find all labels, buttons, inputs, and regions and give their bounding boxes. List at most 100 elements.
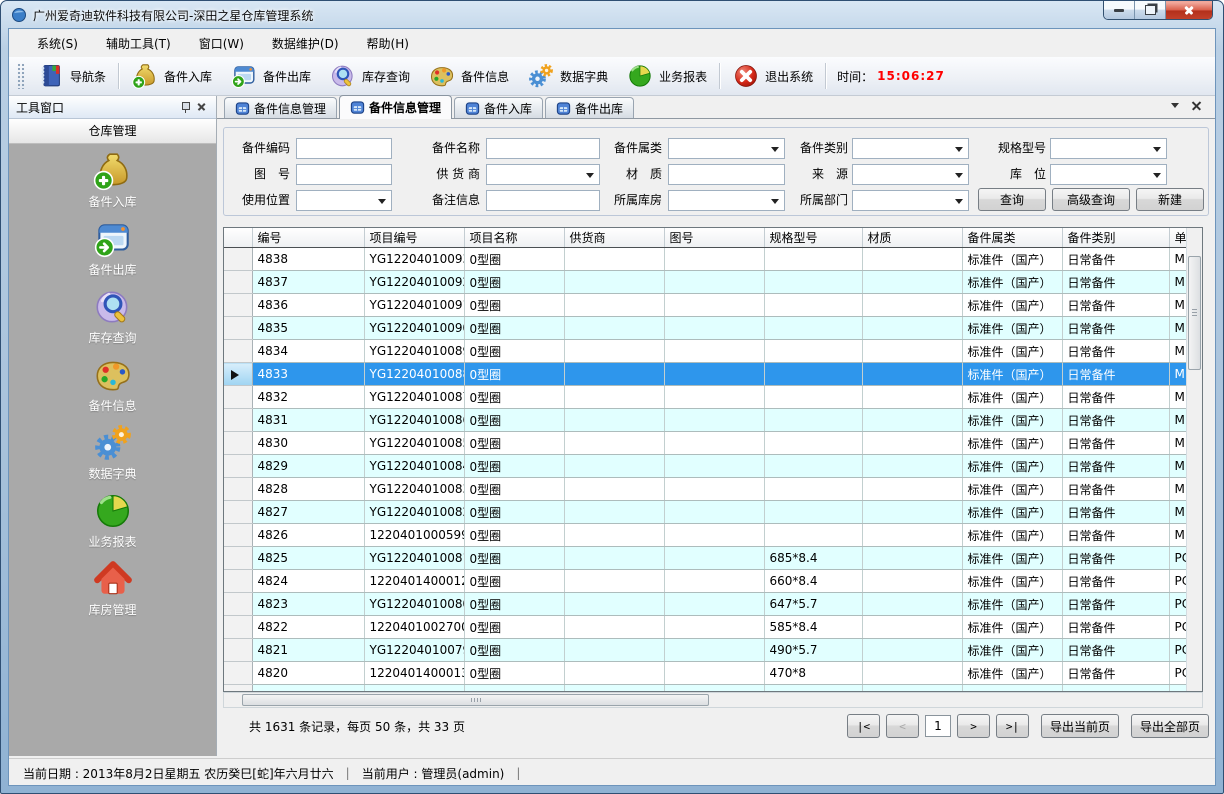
table-cell[interactable] (664, 409, 764, 432)
table-row[interactable]: 482412204014000120型圈660*8.4标准件（国产）日常备件PC (224, 570, 1188, 593)
table-cell[interactable] (862, 317, 962, 340)
table-cell[interactable]: 647*5.7 (764, 593, 862, 616)
menu-help[interactable]: 帮助(H) (353, 30, 423, 57)
table-cell[interactable]: 4829 (252, 455, 364, 478)
row-selector[interactable] (224, 432, 252, 455)
table-row[interactable]: 4838YG122040100930型圈标准件（国产）日常备件M (224, 248, 1188, 271)
table-cell[interactable] (564, 478, 664, 501)
table-cell[interactable]: YG12204010083 (364, 478, 464, 501)
table-cell[interactable] (764, 524, 862, 547)
scroll-up-icon[interactable] (1191, 234, 1199, 242)
table-row[interactable]: 4827YG122040100820型圈标准件（国产）日常备件M (224, 501, 1188, 524)
table-row[interactable]: 4834YG122040100890型圈标准件（国产）日常备件M (224, 340, 1188, 363)
sidebar-item-parts-out[interactable]: 备件出库 (9, 218, 216, 280)
table-cell[interactable] (464, 685, 564, 693)
horizontal-scrollbar[interactable] (223, 692, 1203, 708)
warehouse-select[interactable] (668, 190, 785, 211)
table-cell[interactable] (664, 432, 764, 455)
table-cell[interactable] (564, 386, 664, 409)
row-selector-current[interactable] (224, 363, 252, 386)
pin-icon[interactable] (177, 99, 193, 115)
table-cell[interactable] (664, 294, 764, 317)
table-cell[interactable] (664, 570, 764, 593)
toolbar-parts-info-button[interactable]: 备件信息 (419, 60, 518, 92)
vertical-scroll-thumb[interactable] (1188, 256, 1201, 370)
menu-system[interactable]: 系统(S) (23, 30, 92, 57)
table-cell[interactable] (862, 294, 962, 317)
spec-model-select[interactable] (1050, 138, 1167, 159)
table-cell[interactable] (564, 271, 664, 294)
col-header[interactable]: 编号 (252, 228, 364, 248)
table-row[interactable]: 4823YG122040100800型圈647*5.7标准件（国产）日常备件PC (224, 593, 1188, 616)
table-cell[interactable] (862, 248, 962, 271)
table-row[interactable]: 4831YG122040100860型圈标准件（国产）日常备件M (224, 409, 1188, 432)
col-header[interactable]: 规格型号 (764, 228, 862, 248)
table-cell[interactable]: 日常备件 (1062, 317, 1169, 340)
table-cell[interactable] (664, 478, 764, 501)
table-cell[interactable]: 0型圈 (464, 478, 564, 501)
export-all-pages-button[interactable]: 导出全部页 (1131, 714, 1209, 738)
col-header[interactable]: 图号 (664, 228, 764, 248)
row-selector[interactable] (224, 639, 252, 662)
table-cell[interactable]: 0型圈 (464, 662, 564, 685)
row-selector[interactable] (224, 455, 252, 478)
table-cell[interactable]: 4835 (252, 317, 364, 340)
table-cell[interactable] (1062, 685, 1169, 693)
table-cell[interactable]: 日常备件 (1062, 271, 1169, 294)
vertical-scrollbar[interactable] (1186, 228, 1202, 691)
table-cell[interactable] (564, 248, 664, 271)
table-cell[interactable] (862, 639, 962, 662)
table-cell[interactable] (664, 639, 764, 662)
table-cell[interactable]: 标准件（国产） (962, 639, 1062, 662)
table-cell[interactable] (862, 363, 962, 386)
table-cell[interactable] (564, 317, 664, 340)
part-name-input[interactable] (486, 138, 600, 159)
location-select[interactable] (1050, 164, 1167, 185)
table-cell[interactable]: 日常备件 (1062, 455, 1169, 478)
table-cell[interactable]: 日常备件 (1062, 639, 1169, 662)
table-row[interactable]: 4837YG122040100920型圈标准件（国产）日常备件M (224, 271, 1188, 294)
scroll-right-icon[interactable] (1189, 696, 1197, 704)
table-cell[interactable] (664, 616, 764, 639)
table-cell[interactable]: YG12204010081 (364, 547, 464, 570)
table-cell[interactable] (862, 478, 962, 501)
table-cell[interactable] (862, 685, 962, 693)
row-selector[interactable] (224, 248, 252, 271)
table-cell[interactable]: 日常备件 (1062, 547, 1169, 570)
row-selector[interactable] (224, 317, 252, 340)
table-row-partial[interactable] (224, 685, 1188, 693)
row-selector[interactable] (224, 271, 252, 294)
table-cell[interactable]: YG12204010087 (364, 386, 464, 409)
tab-parts-in[interactable]: 备件入库 (454, 97, 543, 118)
table-cell[interactable]: 日常备件 (1062, 662, 1169, 685)
table-cell[interactable]: 标准件（国产） (962, 271, 1062, 294)
next-page-button[interactable]: > (957, 714, 990, 738)
sidebar-item-inventory-query[interactable]: 库存查询 (9, 286, 216, 348)
table-row[interactable]: 4830YG122040100850型圈标准件（国产）日常备件M (224, 432, 1188, 455)
table-cell[interactable]: 4820 (252, 662, 364, 685)
sidebar-group-warehouse[interactable]: 仓库管理 (9, 119, 216, 144)
table-cell[interactable] (224, 685, 252, 693)
table-cell[interactable] (764, 271, 862, 294)
table-cell[interactable] (664, 593, 764, 616)
table-cell[interactable] (564, 340, 664, 363)
table-cell[interactable] (764, 363, 862, 386)
table-cell[interactable]: 4836 (252, 294, 364, 317)
toolbar-data-dictionary-button[interactable]: 数据字典 (518, 60, 617, 92)
table-cell[interactable] (564, 685, 664, 693)
table-cell[interactable] (664, 524, 764, 547)
table-cell[interactable] (862, 501, 962, 524)
table-cell[interactable]: 0型圈 (464, 294, 564, 317)
table-cell[interactable]: 4833 (252, 363, 364, 386)
row-selector[interactable] (224, 294, 252, 317)
sidebar-close-icon[interactable] (193, 99, 209, 115)
table-cell[interactable] (664, 685, 764, 693)
toolbar-business-report-button[interactable]: 业务报表 (617, 60, 716, 92)
table-cell[interactable]: 0型圈 (464, 432, 564, 455)
table-cell[interactable]: 585*8.4 (764, 616, 862, 639)
table-cell[interactable] (564, 547, 664, 570)
table-cell[interactable]: YG12204010080 (364, 593, 464, 616)
col-header[interactable]: 项目编号 (364, 228, 464, 248)
row-selector[interactable] (224, 409, 252, 432)
table-cell[interactable] (252, 685, 364, 693)
